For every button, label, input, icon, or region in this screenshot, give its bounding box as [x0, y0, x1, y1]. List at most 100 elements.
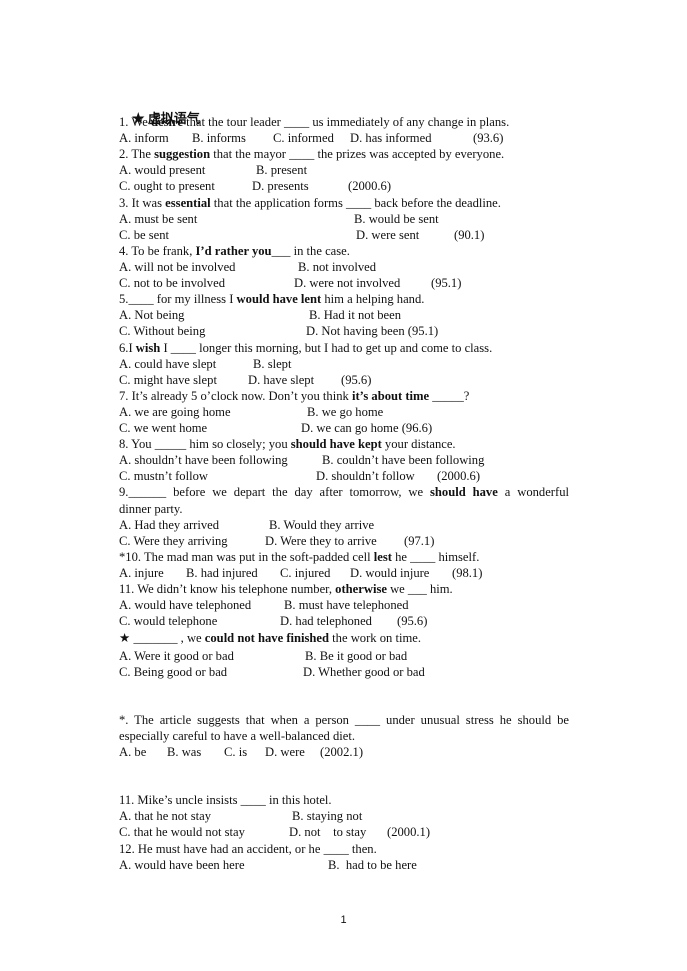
answer-option: A. shouldn’t have been following	[119, 453, 288, 467]
answer-option: C. ought to present	[119, 179, 215, 193]
exam-year-tag: (2000.6)	[437, 469, 481, 483]
answer-option: B. not involved	[298, 260, 377, 274]
answer-option: B. couldn’t have been following	[322, 453, 485, 467]
keyword-emphasis: could not have finished	[204, 631, 330, 645]
question-text: 11. Mike’s uncle insists ____ in this ho…	[119, 793, 332, 807]
answer-option: A. injure	[119, 566, 164, 580]
answer-option: B. would be sent	[354, 212, 439, 226]
keyword-emphasis: desire	[150, 115, 183, 129]
answer-option: B. had to be here	[328, 858, 417, 872]
answer-option: A. could have slept	[119, 357, 217, 371]
exam-year-tag: (95.6)	[341, 373, 372, 387]
keyword-emphasis: otherwise	[335, 582, 387, 596]
question-text: the work on time.	[329, 631, 422, 645]
exam-year-tag: (97.1)	[404, 534, 435, 548]
answer-option: B. present	[256, 163, 308, 177]
answer-option: C. would telephone	[119, 614, 218, 628]
answer-option: D. Were they to arrive	[265, 534, 377, 548]
answer-option: C. informed	[273, 131, 334, 145]
answer-option: A. Not being	[119, 308, 185, 322]
answer-option: C. we went home	[119, 421, 208, 435]
answer-option: D. Whether good or bad	[303, 665, 425, 679]
question-text: _____?	[429, 389, 470, 403]
question-text: ★ _______ , we	[119, 631, 205, 645]
question-stem: 4. To be frank, I’d rather you___ in the…	[119, 244, 350, 259]
answer-option: D. has informed	[350, 131, 432, 145]
answer-option: C. might have slept	[119, 373, 217, 387]
question-text: *10. The mad man was put in the soft-pad…	[119, 550, 374, 564]
question-text: 12. He must have had an accident, or he …	[119, 842, 377, 856]
question-continuation: especially careful to have a well-balanc…	[119, 729, 356, 743]
answer-option: D. shouldn’t follow	[316, 469, 415, 483]
answer-option: D. have slept	[248, 373, 315, 387]
question-text: that the tour leader ____ us immediately…	[182, 115, 510, 129]
answer-option: C. be sent	[119, 228, 170, 242]
answer-option: B. must have telephoned	[284, 598, 409, 612]
question-continuation: dinner party.	[119, 502, 183, 516]
question-stem: ★ _______ , we could not have finished t…	[119, 631, 421, 646]
question-text: ___ in the case.	[271, 244, 350, 258]
answer-option: A. that he not stay	[119, 809, 211, 823]
question-stem: 11. We didn’t know his telephone number,…	[119, 582, 453, 597]
question-text: that the mayor ____ the prizes was accep…	[210, 147, 505, 161]
question-text: 5.____ for my illness I	[119, 292, 237, 306]
question-text: that the application forms ____ back bef…	[210, 196, 501, 210]
answer-option: B. we go home	[307, 405, 384, 419]
question-text: a wonderful	[497, 485, 569, 499]
answer-option: D. we can go home (96.6)	[301, 421, 433, 435]
exam-year-tag: (95.1)	[431, 276, 462, 290]
answer-option: C. Being good or bad	[119, 665, 228, 679]
question-stem: *. The article suggests that when a pers…	[119, 713, 569, 728]
answer-option: A. be	[119, 745, 147, 759]
keyword-emphasis: wish	[135, 341, 161, 355]
keyword-emphasis: would have lent	[236, 292, 322, 306]
question-text: 9.______ before we depart the day after …	[119, 485, 431, 499]
question-text: 3. It was	[119, 196, 166, 210]
exam-year-tag: (2002.1)	[320, 745, 364, 759]
question-stem: 1. We desire that the tour leader ____ u…	[119, 115, 509, 130]
keyword-emphasis: should have kept	[290, 437, 382, 451]
question-text: 7. It’s already 5 o’clock now. Don’t you…	[119, 389, 352, 403]
question-text: him a helping hand.	[321, 292, 425, 306]
question-stem: 12. He must have had an accident, or he …	[119, 842, 377, 857]
answer-option: A. Had they arrived	[119, 518, 220, 532]
answer-option: B. had injured	[186, 566, 258, 580]
exam-year-tag: (2000.6)	[348, 179, 392, 193]
exam-year-tag: (95.6)	[397, 614, 428, 628]
exam-year-tag: (2000.1)	[387, 825, 431, 839]
exam-year-tag: (98.1)	[452, 566, 483, 580]
answer-option: A. will not be involved	[119, 260, 236, 274]
question-text: 1. We	[119, 115, 151, 129]
answer-option: D. presents	[252, 179, 309, 193]
answer-option: C. Were they arriving	[119, 534, 228, 548]
question-text: I ____ longer this morning, but I had to…	[160, 341, 493, 355]
answer-option: C. mustn’t follow	[119, 469, 208, 483]
keyword-emphasis: I’d rather you	[195, 244, 272, 258]
answer-option: B. informs	[192, 131, 246, 145]
answer-option: A. we are going home	[119, 405, 231, 419]
answer-option: A. inform	[119, 131, 169, 145]
answer-option: B. Would they arrive	[269, 518, 375, 532]
keyword-emphasis: essential	[165, 196, 211, 210]
question-text: your distance.	[381, 437, 456, 451]
question-text: 4. To be frank,	[119, 244, 196, 258]
answer-option: D. were not involved	[294, 276, 401, 290]
question-stem: 5.____ for my illness I would have lent …	[119, 292, 424, 307]
answer-option: B. Had it not been	[309, 308, 401, 322]
answer-option: C. injured	[280, 566, 331, 580]
question-stem: 9.______ before we depart the day after …	[119, 485, 569, 500]
answer-option: A. Were it good or bad	[119, 649, 234, 663]
question-stem: 11. Mike’s uncle insists ____ in this ho…	[119, 793, 332, 808]
answer-option: D. were	[265, 745, 305, 759]
answer-option: A. would present	[119, 163, 206, 177]
answer-option: C. is	[224, 745, 248, 759]
question-text: 8. You _____ him so closely; you	[119, 437, 291, 451]
exam-year-tag: (90.1)	[454, 228, 485, 242]
page-number: 1	[340, 914, 347, 926]
question-stem: 6.I wish I ____ longer this morning, but…	[119, 341, 492, 356]
keyword-emphasis: suggestion	[154, 147, 211, 161]
answer-option: C. Without being	[119, 324, 206, 338]
question-text: 6.I	[119, 341, 136, 355]
question-text: we ___ him.	[386, 582, 453, 596]
keyword-emphasis: lest	[373, 550, 392, 564]
